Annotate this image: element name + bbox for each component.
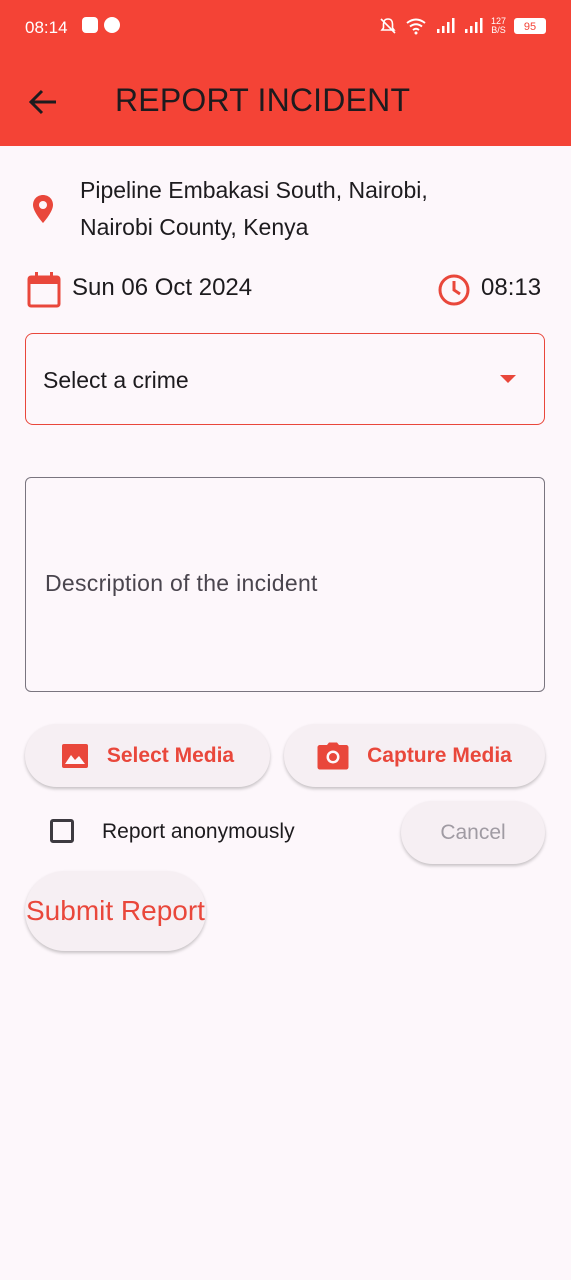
network-speed: 127 B/S — [491, 17, 506, 35]
page-title: REPORT INCIDENT — [115, 82, 411, 118]
cancel-label: Cancel — [440, 820, 506, 844]
image-icon — [61, 743, 88, 768]
status-bar: 08:14 127 B/S 95 — [0, 0, 571, 58]
crime-dropdown[interactable]: Select a crime — [25, 333, 545, 425]
chat-bubble-icon — [104, 17, 120, 33]
status-time: 08:14 — [25, 18, 68, 37]
status-left-icons — [82, 17, 120, 33]
signal-icon — [464, 18, 483, 33]
select-media-button[interactable]: Select Media — [25, 724, 270, 787]
crime-dropdown-label: Select a crime — [43, 367, 189, 393]
incident-date[interactable]: Sun 06 Oct 2024 — [72, 274, 252, 302]
anonymous-checkbox[interactable] — [50, 819, 74, 843]
location-address: Pipeline Embakasi South, Nairobi, Nairob… — [80, 177, 428, 240]
back-button[interactable] — [26, 86, 62, 118]
capture-media-button[interactable]: Capture Media — [284, 724, 545, 787]
signal-icon — [436, 18, 455, 33]
calendar-icon[interactable] — [26, 271, 62, 309]
wifi-icon — [406, 18, 426, 35]
description-input[interactable]: Description of the incident — [25, 477, 545, 692]
select-media-label: Select Media — [106, 743, 235, 767]
battery-icon: 95 — [514, 18, 546, 34]
app-bar: REPORT INCIDENT — [0, 58, 571, 146]
status-right-icons: 127 B/S 95 — [379, 17, 546, 35]
submit-report-button[interactable]: Submit Report — [25, 871, 206, 951]
arrow-left-icon — [28, 89, 56, 115]
anonymous-label: Report anonymously — [102, 820, 295, 843]
map-pin-icon — [33, 195, 53, 223]
bag-icon — [82, 17, 98, 33]
capture-media-label: Capture Media — [367, 743, 512, 767]
camera-icon — [317, 742, 349, 769]
clock-icon[interactable] — [437, 273, 471, 307]
description-placeholder: Description of the incident — [45, 570, 318, 596]
submit-report-label: Submit Report — [26, 895, 205, 926]
incident-time[interactable]: 08:13 — [481, 274, 541, 302]
cancel-button[interactable]: Cancel — [401, 801, 545, 864]
dropdown-arrow-icon — [500, 375, 516, 383]
network-speed-unit: B/S — [491, 25, 506, 35]
mute-bell-icon — [380, 18, 396, 34]
